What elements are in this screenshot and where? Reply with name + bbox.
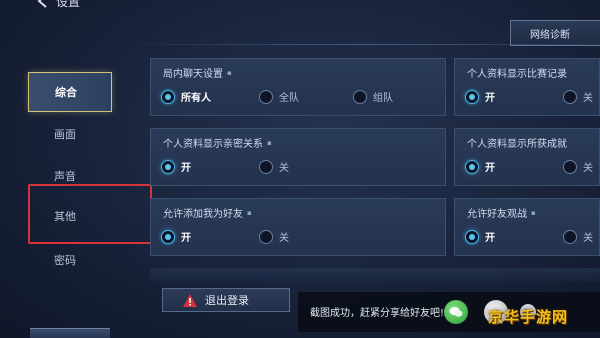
radio-option-all[interactable]: 所有人 [161, 89, 211, 104]
radio-off-icon [563, 229, 577, 244]
page-title: 设置 [56, 0, 81, 9]
back-button[interactable]: 设置 [36, 0, 96, 10]
panel-title: 个人资料显示所获成就 [467, 139, 567, 150]
wechat-share-button[interactable] [444, 300, 468, 324]
radio-off-icon [563, 159, 577, 174]
sidebar-item-label: 画面 [54, 128, 76, 141]
bottom-notch-decoration [30, 328, 110, 338]
site-watermark: 京华手游网 [488, 308, 569, 326]
toast-message: 截图成功，赶紧分享给好友吧! [310, 308, 445, 319]
panel-show-match-record: 个人资料显示比赛记录 开 关 [454, 58, 600, 116]
radio-on-icon [465, 229, 479, 244]
radio-off-icon [563, 89, 577, 104]
radio-option-off[interactable]: 关 [563, 89, 593, 104]
panel-allow-add-friend: 允许添加我为好友 ▪ 开 关 [150, 198, 446, 256]
info-icon: ▪ [531, 208, 536, 217]
panel-title: 允许好友观战 ▪ [467, 208, 536, 221]
sidebar-item-graphics[interactable]: 画面 [28, 114, 112, 154]
network-diagnosis-button[interactable]: 网络诊断 [510, 20, 600, 46]
sidebar-item-label: 密码 [54, 254, 76, 267]
header-divider [140, 44, 600, 45]
radio-option-on[interactable]: 开 [161, 159, 191, 174]
radio-option-group[interactable]: 组队 [353, 89, 393, 104]
panel-allow-friend-spectate: 允许好友观战 ▪ 开 关 [454, 198, 600, 256]
logout-label: 退出登录 [205, 294, 249, 307]
panel-title: 局内聊天设置 ▪ [163, 68, 232, 81]
partially-hidden-row [150, 268, 600, 282]
top-bar: 设置 网络诊断 [0, 0, 600, 46]
sidebar-item-label: 综合 [55, 86, 77, 99]
panel-title: 个人资料显示亲密关系 ▪ [163, 138, 272, 151]
radio-on-icon [465, 89, 479, 104]
radio-on-icon [161, 89, 175, 104]
radio-option-off[interactable]: 关 [259, 229, 289, 244]
panel-chat-settings: 局内聊天设置 ▪ 所有人 全队 组队 [150, 58, 446, 116]
radio-option-on[interactable]: 开 [161, 229, 191, 244]
logout-button[interactable]: 退出登录 [162, 288, 290, 312]
wechat-icon [449, 307, 463, 317]
radio-on-icon [161, 229, 175, 244]
radio-on-icon [161, 159, 175, 174]
radio-on-icon [465, 159, 479, 174]
info-icon: ▪ [247, 208, 252, 217]
sidebar-item-general[interactable]: 综合 [28, 72, 112, 112]
panel-show-intimacy: 个人资料显示亲密关系 ▪ 开 关 [150, 128, 446, 186]
info-icon: ▪ [227, 68, 232, 77]
warning-icon [183, 293, 197, 307]
info-icon: ▪ [267, 138, 272, 147]
radio-off-icon [259, 159, 273, 174]
panel-title: 允许添加我为好友 ▪ [163, 208, 252, 221]
panel-show-achievements: 个人资料显示所获成就 开 关 [454, 128, 600, 186]
back-arrow-icon [37, 0, 47, 8]
radio-off-icon [259, 89, 273, 104]
sidebar-item-label: 声音 [54, 170, 76, 183]
radio-option-off[interactable]: 关 [563, 159, 593, 174]
radio-option-off[interactable]: 关 [563, 229, 593, 244]
radio-option-on[interactable]: 开 [465, 229, 495, 244]
highlight-annotation-box [28, 184, 152, 244]
radio-option-on[interactable]: 开 [465, 89, 495, 104]
radio-option-team[interactable]: 全队 [259, 89, 299, 104]
radio-option-off[interactable]: 关 [259, 159, 289, 174]
radio-off-icon [353, 89, 367, 104]
radio-option-on[interactable]: 开 [465, 159, 495, 174]
radio-off-icon [259, 229, 273, 244]
panel-title: 个人资料显示比赛记录 [467, 69, 567, 80]
sidebar-item-password[interactable]: 密码 [28, 240, 112, 280]
